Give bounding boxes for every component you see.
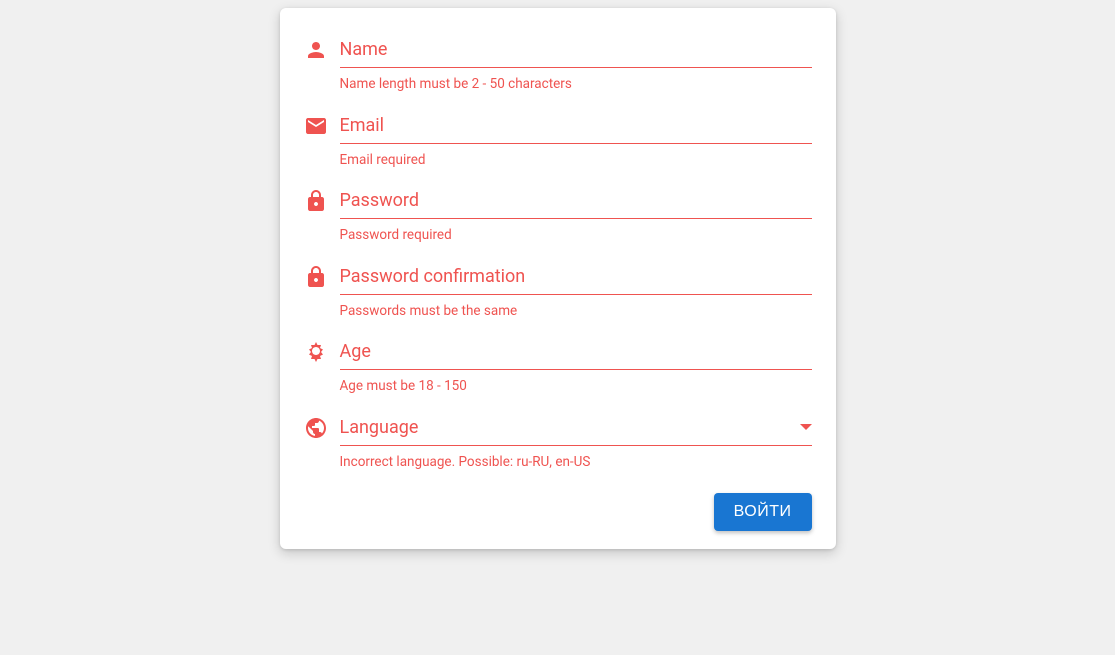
language-label: Language <box>340 417 419 438</box>
name-field-row: Name Name length must be 2 - 50 characte… <box>304 32 812 94</box>
submit-button[interactable]: ВОЙТИ <box>714 493 812 531</box>
password-input[interactable] <box>340 183 812 218</box>
lock-icon <box>304 183 340 213</box>
globe-icon <box>304 410 340 440</box>
age-input[interactable] <box>340 334 812 369</box>
password-field-row: Password Password required <box>304 183 812 245</box>
password-confirm-input[interactable] <box>340 259 812 294</box>
password-hint: Password required <box>340 227 812 245</box>
language-field-row: Language Incorrect language. Possible: r… <box>304 410 812 472</box>
age-field-row: Age Age must be 18 - 150 <box>304 334 812 396</box>
password-confirm-field-row: Password confirmation Passwords must be … <box>304 259 812 321</box>
person-icon <box>304 32 340 62</box>
mail-icon <box>304 108 340 138</box>
email-input[interactable] <box>340 108 812 143</box>
lock-confirm-icon <box>304 259 340 289</box>
name-hint: Name length must be 2 - 50 characters <box>340 76 812 94</box>
name-input[interactable] <box>340 32 812 67</box>
name-input-wrap: Name <box>340 32 812 68</box>
password-confirm-input-wrap: Password confirmation <box>340 259 812 295</box>
email-hint: Email required <box>340 152 812 170</box>
signup-form-card: Name Name length must be 2 - 50 characte… <box>280 8 836 549</box>
email-input-wrap: Email <box>340 108 812 144</box>
language-select[interactable]: Language <box>340 410 812 446</box>
chevron-down-icon <box>800 424 812 430</box>
bug-icon <box>304 334 340 364</box>
age-hint: Age must be 18 - 150 <box>340 378 812 396</box>
age-input-wrap: Age <box>340 334 812 370</box>
button-row: ВОЙТИ <box>304 493 812 531</box>
password-input-wrap: Password <box>340 183 812 219</box>
language-hint: Incorrect language. Possible: ru-RU, en-… <box>340 454 812 472</box>
password-confirm-hint: Passwords must be the same <box>340 303 812 321</box>
email-field-row: Email Email required <box>304 108 812 170</box>
